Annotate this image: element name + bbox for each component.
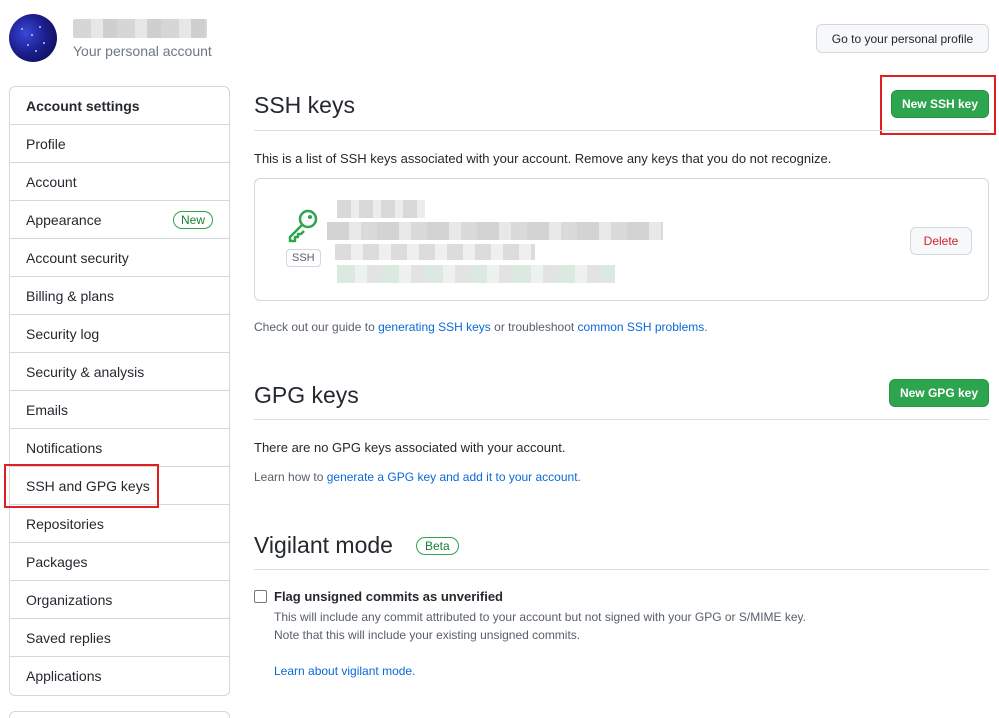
delete-key-button[interactable]: Delete (910, 227, 972, 255)
sidebar-heading: Account settings (10, 87, 229, 125)
go-to-profile-button[interactable]: Go to your personal profile (816, 24, 989, 53)
sidebar-item-label: Billing & plans (26, 287, 114, 304)
highlight-box-sidebar (4, 464, 159, 508)
key-last-used-redacted (337, 265, 615, 283)
gpg-learn-text: Learn how to generate a GPG key and add … (254, 470, 581, 484)
sidebar-item-saved-replies[interactable]: Saved replies (10, 619, 229, 657)
sidebar-item-label: Packages (26, 553, 88, 570)
sidebar-item-label: Account (26, 173, 77, 190)
sidebar-item-label: Security log (26, 325, 100, 342)
ssh-type-label: SSH (286, 249, 321, 267)
vigilant-note-2: Note that this will include your existin… (274, 628, 581, 642)
sidebar-item-label: Profile (26, 135, 66, 152)
common-ssh-problems-link[interactable]: common SSH problems (578, 320, 705, 334)
sidebar-item-label: Security & analysis (26, 363, 145, 380)
key-fingerprint-redacted (327, 222, 663, 240)
sidebar-item-packages[interactable]: Packages (10, 543, 229, 581)
generate-gpg-key-link[interactable]: generate a GPG key and add it to your ac… (327, 470, 578, 484)
sidebar-item-label: Emails (26, 401, 69, 418)
sidebar-item-label: Repositories (26, 515, 104, 532)
flag-unsigned-commits-checkbox[interactable] (254, 590, 267, 603)
sidebar-next-panel (9, 711, 230, 718)
sidebar-item-account[interactable]: Account (10, 163, 229, 201)
generating-ssh-keys-link[interactable]: generating SSH keys (378, 320, 491, 334)
sidebar-item-label: Applications (26, 668, 102, 684)
sidebar-item-security-analysis[interactable]: Security & analysis (10, 353, 229, 391)
avatar[interactable] (9, 14, 57, 62)
sidebar-item-label: Account security (26, 249, 129, 266)
sidebar-item-organizations[interactable]: Organizations (10, 581, 229, 619)
gpg-keys-title: GPG keys (254, 382, 359, 408)
divider (254, 130, 989, 131)
divider (254, 419, 989, 420)
key-title-redacted (337, 200, 425, 218)
beta-badge: Beta (416, 537, 459, 555)
ssh-guide-text: Check out our guide to generating SSH ke… (254, 320, 708, 334)
new-gpg-key-button[interactable]: New GPG key (889, 379, 989, 407)
vigilant-mode-title: Vigilant mode (254, 532, 393, 558)
sidebar-item-label: Organizations (26, 591, 113, 608)
sidebar-item-appearance[interactable]: Appearance New (10, 201, 229, 239)
sidebar-item-account-security[interactable]: Account security (10, 239, 229, 277)
sidebar-item-label: Appearance (26, 211, 102, 228)
vigilant-note-1: This will include any commit attributed … (274, 610, 807, 624)
sidebar-item-repositories[interactable]: Repositories (10, 505, 229, 543)
sidebar-item-label: Notifications (26, 439, 103, 456)
ssh-keys-title: SSH keys (254, 92, 355, 118)
learn-vigilant-mode-link[interactable]: Learn about vigilant mode. (274, 664, 415, 678)
sidebar-item-label: Saved replies (26, 629, 111, 646)
divider (254, 569, 989, 570)
sidebar-item-profile[interactable]: Profile (10, 125, 229, 163)
key-added-redacted (335, 244, 535, 260)
sidebar-item-billing[interactable]: Billing & plans (10, 277, 229, 315)
sidebar-item-notifications[interactable]: Notifications (10, 429, 229, 467)
flag-unsigned-commits-label[interactable]: Flag unsigned commits as unverified (274, 589, 503, 604)
sidebar-item-emails[interactable]: Emails (10, 391, 229, 429)
settings-sidebar: Account settings Profile Account Appeara… (9, 86, 230, 696)
new-badge: New (172, 210, 213, 229)
sidebar-item-applications[interactable]: Applications (10, 657, 229, 695)
username-redacted (73, 19, 207, 38)
key-icon (288, 209, 318, 243)
ssh-key-entry: SSH Delete (254, 178, 989, 301)
highlight-box-new-ssh (880, 75, 996, 135)
account-subtitle: Your personal account (73, 43, 212, 59)
gpg-empty-text: There are no GPG keys associated with yo… (254, 440, 566, 455)
sidebar-item-security-log[interactable]: Security log (10, 315, 229, 353)
ssh-description: This is a list of SSH keys associated wi… (254, 151, 832, 166)
